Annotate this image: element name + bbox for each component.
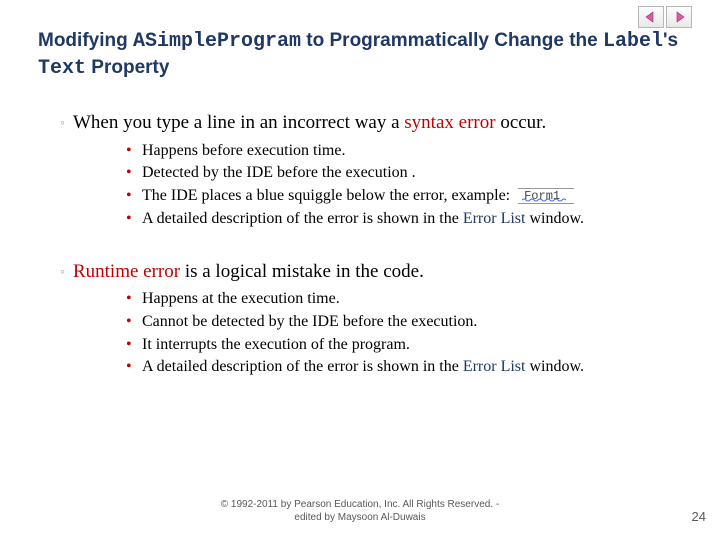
list-item: Detected by the IDE before the execution… bbox=[126, 162, 682, 185]
text: is a logical mistake in the code. bbox=[180, 261, 424, 282]
squiggle-icon bbox=[522, 198, 566, 202]
link-term: Error List bbox=[463, 358, 526, 375]
text: window. bbox=[525, 358, 584, 375]
slide-title: Modifying ASimpleProgram to Programmatic… bbox=[38, 28, 682, 82]
list-item: Happens at the execution time. bbox=[126, 288, 682, 311]
title-part: Modifying bbox=[38, 30, 133, 51]
bullet-list: Happens before execution time. Detected … bbox=[126, 140, 682, 231]
text: A detailed description of the error is s… bbox=[142, 358, 463, 375]
title-part: to Programmatically Change the bbox=[301, 30, 603, 51]
section-heading: ◦ Runtime error is a logical mistake in t… bbox=[60, 259, 682, 285]
bullet-list: Happens at the execution time. Cannot be… bbox=[126, 288, 682, 379]
title-code: Text bbox=[38, 57, 86, 80]
nav-prev-button[interactable] bbox=[638, 6, 664, 28]
list-item: Cannot be detected by the IDE before the… bbox=[126, 311, 682, 334]
title-code: Label bbox=[603, 30, 663, 53]
text: window. bbox=[525, 210, 584, 227]
footer-line: © 1992-2011 by Pearson Education, Inc. A… bbox=[221, 499, 499, 510]
nav-controls bbox=[638, 6, 692, 28]
footer-line: edited by Maysoon Al-Duwais bbox=[294, 512, 425, 523]
list-item: A detailed description of the error is s… bbox=[126, 356, 682, 379]
nav-next-button[interactable] bbox=[666, 6, 692, 28]
footer-copyright: © 1992-2011 by Pearson Education, Inc. A… bbox=[50, 499, 670, 524]
link-term: Error List bbox=[463, 210, 526, 227]
list-item: The IDE places a blue squiggle below the… bbox=[126, 185, 682, 208]
text: occur. bbox=[496, 112, 547, 133]
diamond-icon: ◦ bbox=[60, 113, 65, 132]
squiggle-example: Form1 bbox=[518, 188, 574, 204]
diamond-icon: ◦ bbox=[60, 262, 65, 281]
text: Happens at the execution time. bbox=[142, 290, 340, 307]
title-part: 's bbox=[663, 30, 678, 51]
squiggle-label: Form1 bbox=[524, 188, 560, 205]
section-heading: ◦ When you type a line in an incorrect wa… bbox=[60, 110, 682, 136]
prev-arrow-icon bbox=[644, 11, 658, 23]
next-arrow-icon bbox=[672, 11, 686, 23]
text: When you type a line in an incorrect way… bbox=[73, 112, 404, 133]
highlight-term: syntax error bbox=[404, 112, 495, 133]
title-part: Property bbox=[86, 57, 169, 78]
text: Happens before execution time. bbox=[142, 142, 345, 159]
slide-content: Modifying ASimpleProgram to Programmatic… bbox=[0, 0, 720, 379]
text: A detailed description of the error is s… bbox=[142, 210, 463, 227]
highlight-term: Runtime error bbox=[73, 261, 180, 282]
title-code: ASimpleProgram bbox=[133, 30, 301, 53]
list-item: Happens before execution time. bbox=[126, 140, 682, 163]
text: Cannot be detected by the IDE before the… bbox=[142, 313, 477, 330]
list-item: A detailed description of the error is s… bbox=[126, 208, 682, 231]
text: It interrupts the execution of the progr… bbox=[142, 336, 410, 353]
list-item: It interrupts the execution of the progr… bbox=[126, 334, 682, 357]
text: The IDE places a blue squiggle below the… bbox=[142, 187, 514, 204]
page-number: 24 bbox=[692, 509, 706, 524]
text: Detected by the IDE before the execution… bbox=[142, 164, 416, 181]
